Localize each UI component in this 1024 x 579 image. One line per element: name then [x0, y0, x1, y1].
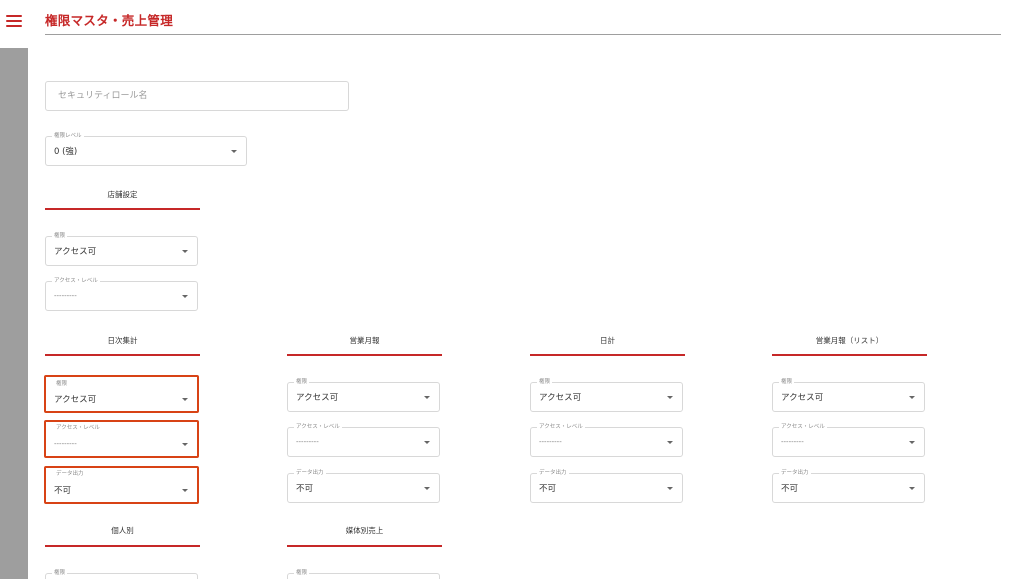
store-access-level-select[interactable]: アクセス・レベル ---------	[45, 277, 198, 311]
chevron-down-icon	[182, 295, 188, 298]
daily-summary-access-level-value: ---------	[54, 440, 77, 448]
monthly-report-data-output-select[interactable]: データ出力 不可	[287, 469, 440, 503]
monthly-report-list-data-output-label: データ出力	[779, 469, 811, 478]
media-sales-permission-label: 権限	[294, 569, 310, 578]
chevron-down-icon	[424, 396, 430, 399]
level-select[interactable]: 権限レベル 0 (強)	[45, 132, 247, 166]
monthly-report-data-output-label: データ出力	[294, 469, 326, 478]
chevron-down-icon	[667, 396, 673, 399]
store-access-level-value: ---------	[54, 292, 77, 300]
daily-summary-access-level-label: アクセス・レベル	[54, 424, 102, 433]
monthly-report-list-permission-select[interactable]: 権限 アクセス可	[772, 378, 925, 412]
section-underline	[287, 545, 442, 547]
chevron-down-icon	[182, 250, 188, 253]
page-title: 権限マスタ・売上管理	[45, 13, 174, 28]
monthly-report-permission-label: 権限	[294, 378, 310, 387]
per-person-permission-select[interactable]: 権限	[45, 569, 198, 579]
monthly-report-list-permission-value: アクセス可	[781, 393, 824, 403]
daily-summary-data-output-value: 不可	[54, 486, 72, 496]
sidebar	[0, 0, 28, 579]
sidebar-rail	[0, 48, 28, 579]
chevron-down-icon	[231, 150, 237, 153]
section-title-per-person: 個人別	[111, 526, 134, 535]
chevron-down-icon	[667, 487, 673, 490]
daily-total-data-output-value: 不可	[539, 484, 557, 494]
chevron-down-icon	[909, 396, 915, 399]
level-label: 権限レベル	[52, 132, 84, 141]
daily-total-permission-value: アクセス可	[539, 393, 582, 403]
hamburger-menu-icon[interactable]	[6, 15, 22, 27]
chevron-down-icon	[909, 487, 915, 490]
per-person-permission-label: 権限	[52, 569, 68, 578]
daily-total-data-output-select[interactable]: データ出力 不可	[530, 469, 683, 503]
daily-summary-permission-label: 権限	[54, 380, 70, 389]
chevron-down-icon	[182, 489, 188, 492]
section-underline	[45, 354, 200, 356]
monthly-report-list-access-level-value: ---------	[781, 438, 804, 446]
daily-summary-data-output-select[interactable]: データ出力 不可	[44, 466, 199, 504]
monthly-report-list-access-level-label: アクセス・レベル	[779, 423, 827, 432]
section-underline	[530, 354, 685, 356]
section-underline	[772, 354, 927, 356]
level-value: 0 (強)	[54, 147, 78, 157]
daily-total-permission-select[interactable]: 権限 アクセス可	[530, 378, 683, 412]
section-title-monthly-report: 営業月報	[349, 336, 380, 345]
section-title-store-settings: 店舗設定	[107, 190, 138, 199]
daily-summary-data-output-label: データ出力	[54, 470, 86, 479]
section-underline	[287, 354, 442, 356]
store-access-level-label: アクセス・レベル	[52, 277, 100, 286]
monthly-report-permission-value: アクセス可	[296, 393, 339, 403]
monthly-report-access-level-value: ---------	[296, 438, 319, 446]
section-title-daily-summary: 日次集計	[107, 336, 138, 345]
monthly-report-access-level-label: アクセス・レベル	[294, 423, 342, 432]
media-sales-permission-select[interactable]: 権限	[287, 569, 440, 579]
chevron-down-icon	[424, 487, 430, 490]
daily-total-access-level-label: アクセス・レベル	[537, 423, 585, 432]
store-permission-value: アクセス可	[54, 247, 97, 257]
section-title-media-sales: 媒体別売上	[345, 526, 384, 535]
store-permission-select[interactable]: 権限 アクセス可	[45, 232, 198, 266]
daily-total-access-level-value: ---------	[539, 438, 562, 446]
monthly-report-access-level-select[interactable]: アクセス・レベル ---------	[287, 423, 440, 457]
section-underline	[45, 545, 200, 547]
role-name-input[interactable]	[46, 82, 348, 110]
chevron-down-icon	[909, 441, 915, 444]
daily-summary-permission-value: アクセス可	[54, 395, 97, 405]
daily-total-access-level-select[interactable]: アクセス・レベル ---------	[530, 423, 683, 457]
title-divider	[45, 34, 1001, 35]
role-name-field[interactable]	[45, 81, 349, 111]
section-underline	[45, 208, 200, 210]
daily-summary-access-level-select[interactable]: アクセス・レベル ---------	[44, 420, 199, 458]
chevron-down-icon	[667, 441, 673, 444]
monthly-report-list-data-output-select[interactable]: データ出力 不可	[772, 469, 925, 503]
chevron-down-icon	[182, 443, 188, 446]
store-permission-label: 権限	[52, 232, 68, 241]
chevron-down-icon	[424, 441, 430, 444]
monthly-report-list-access-level-select[interactable]: アクセス・レベル ---------	[772, 423, 925, 457]
monthly-report-permission-select[interactable]: 権限 アクセス可	[287, 378, 440, 412]
chevron-down-icon	[182, 398, 188, 401]
monthly-report-data-output-value: 不可	[296, 484, 314, 494]
daily-total-data-output-label: データ出力	[537, 469, 569, 478]
daily-summary-permission-select[interactable]: 権限 アクセス可	[44, 375, 199, 413]
section-title-monthly-report-list: 営業月報（リスト）	[815, 336, 884, 345]
monthly-report-list-permission-label: 権限	[779, 378, 795, 387]
daily-total-permission-label: 権限	[537, 378, 553, 387]
section-title-daily-total: 日計	[600, 336, 615, 345]
monthly-report-list-data-output-value: 不可	[781, 484, 799, 494]
